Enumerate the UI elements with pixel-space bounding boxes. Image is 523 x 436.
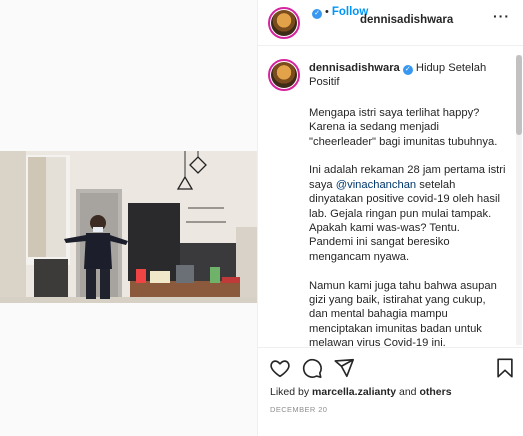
caption-avatar[interactable] [268,59,300,91]
comment-icon[interactable] [301,357,323,379]
liked-by-user[interactable]: marcella.zalianty [312,386,396,398]
post-date[interactable]: DECEMBER 20 [270,405,327,414]
verified-badge-icon: ✓ [312,9,322,19]
scrollbar-thumb[interactable] [516,55,522,135]
paper-plane-icon[interactable] [333,357,355,379]
author-line: dennisadishwara ✓ • Follow [309,6,453,26]
post-actions: Liked by marcella.zalianty and others DE… [258,347,523,436]
caption-paragraph-1: Mengapa istri saya terlihat happy? Karen… [309,106,498,148]
caption-username[interactable]: dennisadishwara [309,62,400,74]
likes-middle: and [396,386,420,398]
instagram-post: dennisadishwara ✓ • Follow ··· dennisadishw… [0,0,523,436]
caption-area: dennisadishwara ✓ Hidup Setelah Positif M… [258,47,523,347]
heart-icon[interactable] [269,357,291,379]
video-frame-image [0,151,257,303]
post-side-panel: dennisadishwara ✓ • Follow ··· dennisadishw… [257,0,523,436]
media-area [0,0,257,436]
caption-paragraph-3: Namun kami juga tahu bahwa asupan gizi y… [309,279,497,347]
caption-text: dennisadishwara ✓ Hidup Setelah Positif M… [309,61,507,347]
author-username[interactable]: dennisadishwara [360,14,453,26]
liked-by-others[interactable]: others [419,386,451,398]
caption-body: Mengapa istri saya terlihat happy? Karen… [309,106,507,347]
caption-paragraph-2: Ini adalah rekaman 28 jam pertama istri … [309,163,507,264]
more-options-icon[interactable]: ··· [493,8,510,24]
verified-badge-icon: ✓ [402,65,413,75]
comments-scrollbar[interactable] [516,55,522,345]
post-header: dennisadishwara ✓ • Follow ··· [258,0,523,46]
caption-paragraph-2-end: setelah dinyatakan positive covid-19 ole… [309,178,500,263]
author-avatar[interactable] [268,7,300,39]
likes-summary: Liked by marcella.zalianty and others [270,386,452,398]
bookmark-icon[interactable] [494,357,516,379]
post-video[interactable] [0,151,257,303]
likes-prefix: Liked by [270,386,313,398]
mention-link[interactable]: @vinachanchan [336,179,416,191]
separator-dot: • [325,6,329,18]
